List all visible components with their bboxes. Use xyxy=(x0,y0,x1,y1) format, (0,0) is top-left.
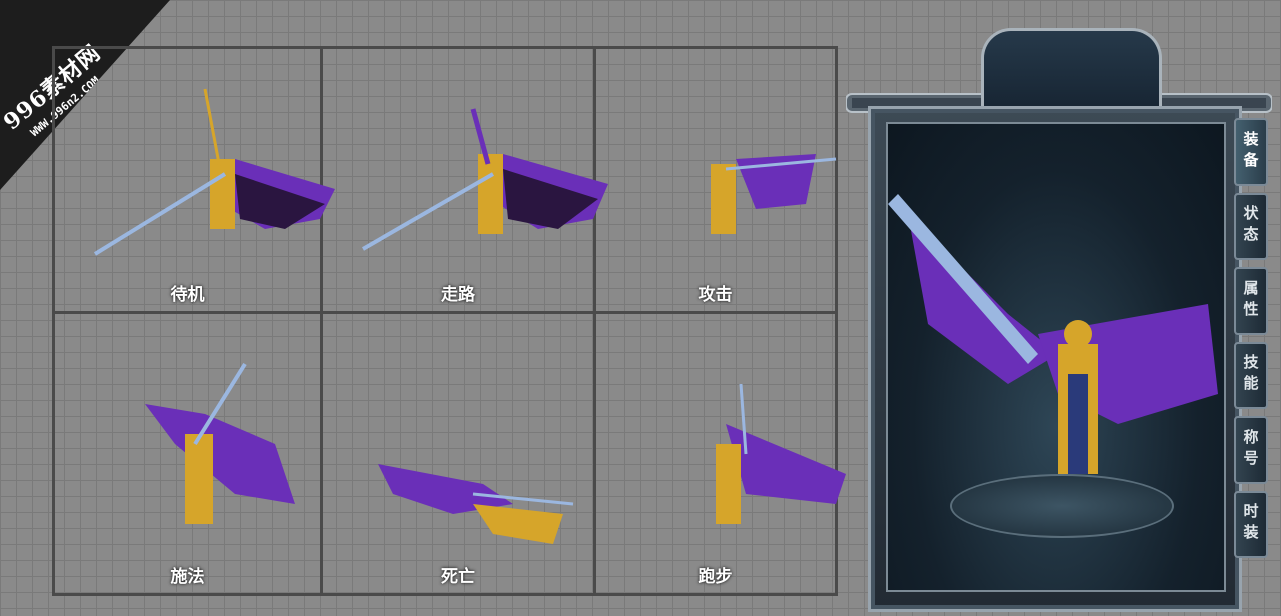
action-label: 走路 xyxy=(441,285,475,305)
tab-fashion[interactable]: 时装 xyxy=(1234,490,1268,558)
tab-attributes[interactable]: 属性 xyxy=(1234,267,1268,335)
action-cell-death[interactable]: 死亡 xyxy=(323,314,596,593)
action-cell-cast[interactable]: 施法 xyxy=(55,314,323,593)
action-cell-attack[interactable]: 攻击 xyxy=(596,49,837,314)
action-label: 攻击 xyxy=(698,285,733,305)
character-panel: 装备 状态 属性 技能 称号 时装 xyxy=(845,28,1273,612)
action-label: 死亡 xyxy=(441,567,475,587)
character-model xyxy=(888,194,1218,474)
idle-sprite xyxy=(93,88,335,256)
action-label: 待机 xyxy=(170,285,205,305)
action-cell-walk[interactable]: 走路 xyxy=(323,49,608,314)
tab-equipment[interactable]: 装备 xyxy=(1234,118,1268,186)
action-label: 跑步 xyxy=(698,567,733,587)
tab-titles[interactable]: 称号 xyxy=(1234,416,1268,484)
action-label: 施法 xyxy=(170,567,205,587)
tab-status[interactable]: 状态 xyxy=(1234,192,1268,260)
character-preview xyxy=(886,122,1226,592)
panel-tabs: 装备 状态 属性 技能 称号 时装 xyxy=(1234,118,1268,558)
action-cell-idle[interactable]: 待机 xyxy=(55,49,335,314)
panel-crest xyxy=(981,28,1162,109)
action-cell-run[interactable]: 跑步 xyxy=(596,314,846,593)
cast-sprite xyxy=(145,362,295,524)
walk-sprite xyxy=(362,108,608,251)
tab-skills[interactable]: 技能 xyxy=(1234,341,1268,409)
action-grid: 待机 走路 攻击 施法 死亡 跑步 xyxy=(52,46,846,596)
